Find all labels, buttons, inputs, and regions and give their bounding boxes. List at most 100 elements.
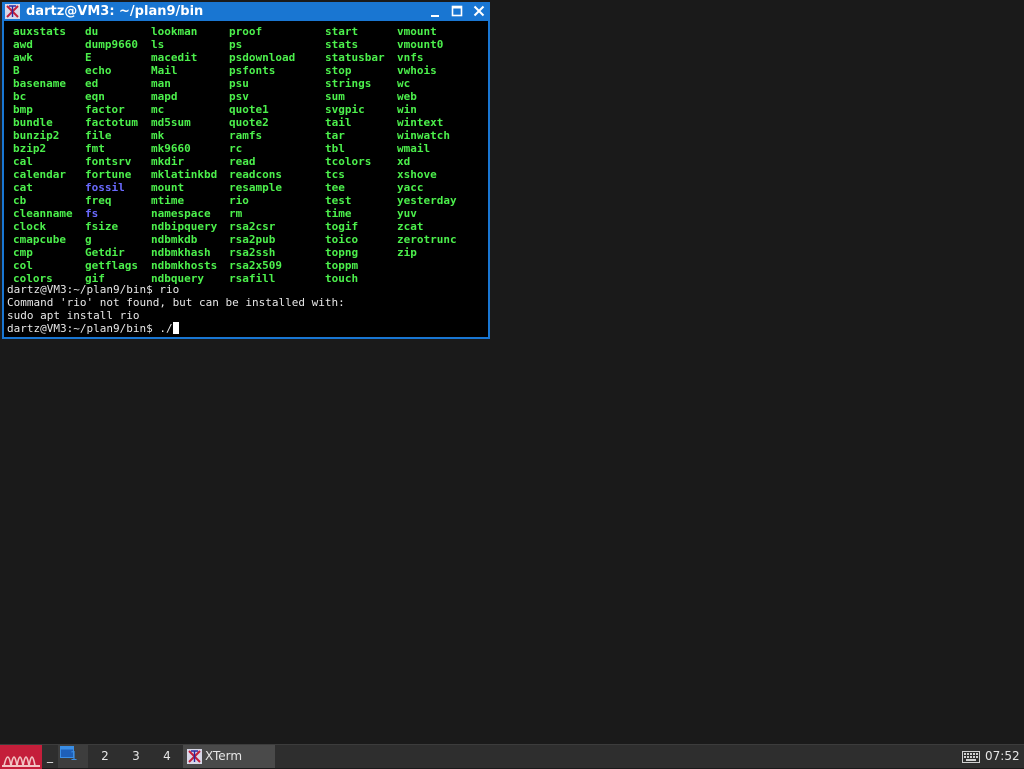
file-entry: zerotrunc <box>397 233 457 246</box>
file-entry: statusbar <box>325 51 385 64</box>
file-entry: rsa2ssh <box>229 246 276 259</box>
maximize-button[interactable] <box>448 3 466 20</box>
workspace-label: 4 <box>163 749 171 763</box>
file-entry: macedit <box>151 51 198 64</box>
file-entry: auxstats <box>13 25 66 38</box>
file-entry: fsize <box>85 220 119 233</box>
file-entry: bundle <box>13 116 53 129</box>
taskbar-item-label: XTerm <box>205 749 243 763</box>
file-entry: fontsrv <box>85 155 132 168</box>
file-entry: vmount0 <box>397 38 444 51</box>
file-entry: bzip2 <box>13 142 47 155</box>
file-entry: tee <box>325 181 345 194</box>
file-entry: fossil <box>85 181 125 194</box>
file-entry: readcons <box>229 168 282 181</box>
xterm-icon[interactable] <box>5 4 20 19</box>
file-entry: stats <box>325 38 359 51</box>
workspace-4-button[interactable]: 4 <box>152 745 182 768</box>
file-entry: test <box>325 194 352 207</box>
file-entry: sum <box>325 90 345 103</box>
file-entry: winwatch <box>397 129 450 142</box>
file-entry: echo <box>85 64 112 77</box>
file-entry: ndbipquery <box>151 220 218 233</box>
file-entry: cb <box>13 194 27 207</box>
file-entry: xshove <box>397 168 437 181</box>
file-entry: calendar <box>13 168 66 181</box>
workspace-3-button[interactable]: 3 <box>121 745 151 768</box>
file-entry: yesterday <box>397 194 457 207</box>
file-entry: ramfs <box>229 129 263 142</box>
file-entry: basename <box>13 77 66 90</box>
file-entry: win <box>397 103 417 116</box>
terminal-area[interactable]: auxstats awd awk Bbasename bc bmp bundle bunzip… <box>4 21 488 337</box>
file-entry: rc <box>229 142 243 155</box>
file-entry: man <box>151 77 171 90</box>
window-titlebar[interactable]: dartz@VM3: ~/plan9/bin <box>2 2 490 21</box>
file-entry: resample <box>229 181 282 194</box>
file-entry: xd <box>397 155 411 168</box>
file-entry: rio <box>229 194 249 207</box>
file-entry: cmapcube <box>13 233 66 246</box>
file-entry: cmp <box>13 246 33 259</box>
file-entry: time <box>325 207 352 220</box>
file-entry: psv <box>229 90 249 103</box>
file-entry: touch <box>325 272 359 285</box>
desktop[interactable]: dartz@VM3: ~/plan9/bin auxstats awd awk Bba… <box>0 0 1024 744</box>
xterm-window[interactable]: dartz@VM3: ~/plan9/bin auxstats awd awk Bba… <box>2 2 490 339</box>
workspace-2-button[interactable]: 2 <box>90 745 120 768</box>
terminal-prompt-line[interactable]: dartz@VM3:~/plan9/bin$ ./ <box>7 322 179 335</box>
file-entry: ps <box>229 38 243 51</box>
file-entry: mtime <box>151 194 185 207</box>
plan9-menu-icon[interactable] <box>0 745 42 769</box>
file-entry: vnfs <box>397 51 424 64</box>
workspace-1-button[interactable]: 1 <box>58 745 88 768</box>
file-entry: getflags <box>85 259 138 272</box>
terminal-line: dartz@VM3:~/plan9/bin$ rio <box>7 283 180 296</box>
file-entry: rsafill <box>229 272 276 285</box>
show-desktop-button[interactable]: _ <box>44 745 56 769</box>
file-entry: tcs <box>325 168 345 181</box>
file-entry: mk9660 <box>151 142 191 155</box>
clock[interactable]: 07:52 <box>985 745 1020 768</box>
file-entry: zcat <box>397 220 424 233</box>
file-entry: toico <box>325 233 359 246</box>
file-entry: start <box>325 25 359 38</box>
file-entry: eqn <box>85 90 105 103</box>
workspace-label: 1 <box>70 749 78 763</box>
file-entry: vmount <box>397 25 437 38</box>
file-entry: mkdir <box>151 155 185 168</box>
file-entry: factotum <box>85 116 138 129</box>
file-entry: awk <box>13 51 33 64</box>
file-entry: tbl <box>325 142 345 155</box>
file-entry: wintext <box>397 116 444 129</box>
file-entry: psdownload <box>229 51 296 64</box>
file-entry: yacc <box>397 181 424 194</box>
file-entry: vwhois <box>397 64 437 77</box>
file-entry: md5sum <box>151 116 191 129</box>
file-entry: fortune <box>85 168 132 181</box>
file-entry: freq <box>85 194 112 207</box>
file-entry: ed <box>85 77 99 90</box>
file-entry: proof <box>229 25 263 38</box>
file-entry: g <box>85 233 92 246</box>
file-entry: namespace <box>151 207 211 220</box>
file-entry: E <box>85 51 92 64</box>
file-entry: quote1 <box>229 103 269 116</box>
file-entry: rm <box>229 207 243 220</box>
keyboard-icon[interactable] <box>962 751 980 763</box>
file-entry: Getdir <box>85 246 125 259</box>
file-entry: rsa2pub <box>229 233 276 246</box>
file-entry: cal <box>13 155 33 168</box>
file-entry: du <box>85 25 99 38</box>
file-entry: svgpic <box>325 103 365 116</box>
file-entry: cleanname <box>13 207 73 220</box>
close-button[interactable] <box>470 3 488 20</box>
minimize-button[interactable] <box>426 3 444 20</box>
file-entry: cat <box>13 181 33 194</box>
taskbar-item-xterm[interactable]: XTerm <box>183 745 275 768</box>
workspace-label: 3 <box>132 749 140 763</box>
file-entry: wmail <box>397 142 431 155</box>
file-entry: tcolors <box>325 155 372 168</box>
file-entry: rsa2x509 <box>229 259 282 272</box>
file-entry: read <box>229 155 256 168</box>
